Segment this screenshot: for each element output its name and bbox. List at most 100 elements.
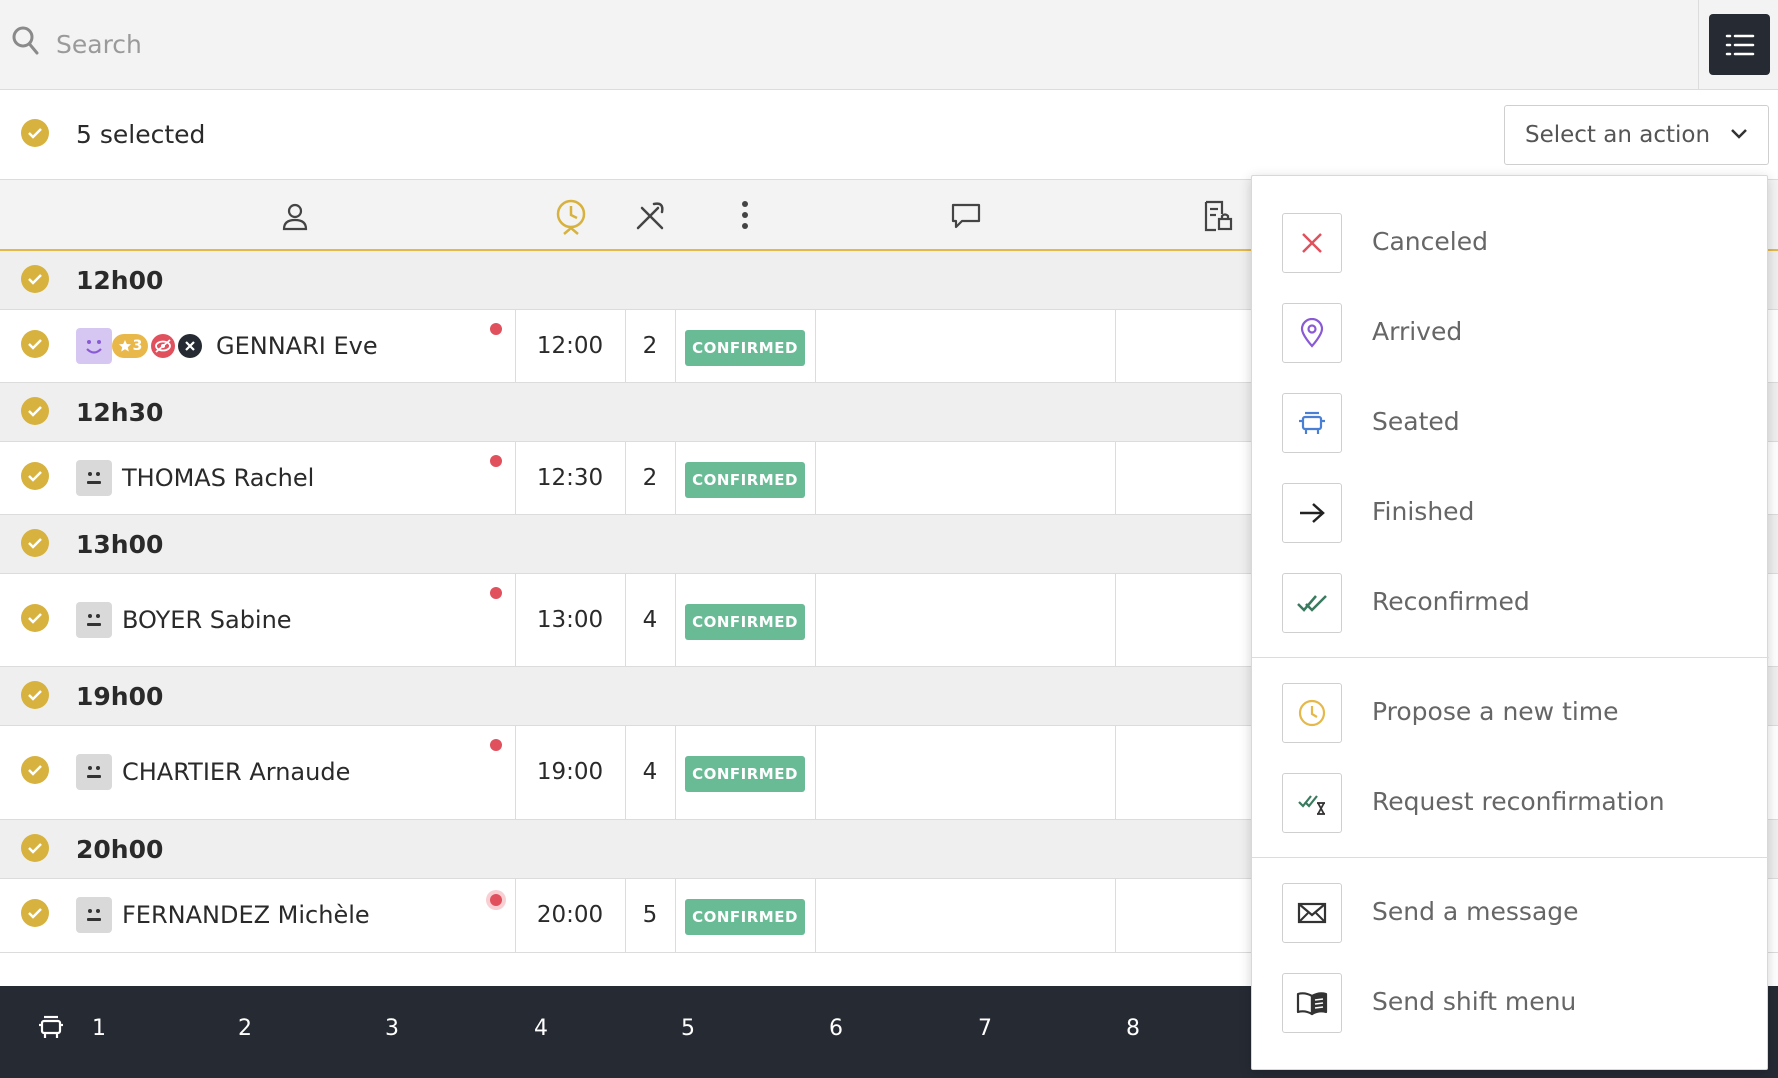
blocked-icon <box>178 334 202 358</box>
action-label: Seated <box>1372 407 1460 436</box>
party-size: 2 <box>642 465 658 491</box>
person-icon[interactable] <box>280 202 310 232</box>
action-reconfirmed[interactable]: Reconfirmed <box>1252 558 1769 648</box>
group-checkbox[interactable] <box>21 529 49 557</box>
action-request-reconfirmation[interactable]: Request reconfirmation <box>1252 758 1769 848</box>
action-select-label: Select an action <box>1525 122 1711 148</box>
row-checkbox[interactable] <box>21 462 49 490</box>
cell-divider <box>675 310 676 382</box>
top-bar <box>0 0 1778 90</box>
check-icon <box>28 690 42 701</box>
action-dropdown-menu: Canceled Arrived Seated Finished Reconfi… <box>1251 175 1769 1070</box>
page-number[interactable]: 8 <box>1126 1016 1140 1041</box>
selection-count: 5 selected <box>76 120 206 149</box>
check-hourglass-icon <box>1282 773 1342 833</box>
action-canceled[interactable]: Canceled <box>1252 198 1769 288</box>
page-number[interactable]: 4 <box>534 1016 548 1041</box>
neutral-face-icon <box>76 460 112 496</box>
page-number[interactable]: 3 <box>385 1016 399 1041</box>
status-badge[interactable]: CONFIRMED <box>685 756 805 792</box>
row-checkbox[interactable] <box>21 899 49 927</box>
group-label: 20h00 <box>76 835 164 864</box>
booking-time: 20:00 <box>536 902 604 928</box>
cell-divider <box>1115 442 1116 514</box>
action-label: Send a message <box>1372 897 1579 926</box>
action-send-shift-menu[interactable]: Send shift menu <box>1252 958 1769 1048</box>
booking-time: 12:30 <box>536 465 604 491</box>
action-label: Send shift menu <box>1372 987 1577 1016</box>
page-number[interactable]: 5 <box>681 1016 695 1041</box>
action-select[interactable]: Select an action <box>1504 105 1769 165</box>
check-icon <box>28 471 42 482</box>
action-label: Canceled <box>1372 227 1488 256</box>
guest-name: CHARTIER Arnaude <box>122 758 351 786</box>
select-all-checkbox[interactable] <box>21 119 49 147</box>
action-propose-new-time[interactable]: Propose a new time <box>1252 668 1769 758</box>
search-input[interactable] <box>56 22 1056 66</box>
guest-name: BOYER Sabine <box>122 606 292 634</box>
party-size: 4 <box>642 607 658 633</box>
cell-divider <box>815 442 816 514</box>
alert-dot <box>490 323 502 335</box>
star-icon <box>118 340 131 352</box>
cell-divider <box>1115 879 1116 952</box>
status-badge[interactable]: CONFIRMED <box>685 604 805 640</box>
notes-lock-icon[interactable] <box>1202 200 1234 232</box>
envelope-icon <box>1282 883 1342 943</box>
eye-off-icon <box>151 334 175 358</box>
party-size: 4 <box>642 759 658 785</box>
cell-divider <box>815 726 816 819</box>
group-checkbox[interactable] <box>21 834 49 862</box>
action-send-message[interactable]: Send a message <box>1252 868 1769 958</box>
action-seated[interactable]: Seated <box>1252 378 1769 468</box>
group-checkbox[interactable] <box>21 265 49 293</box>
list-view-button[interactable] <box>1709 14 1770 75</box>
status-badge[interactable]: CONFIRMED <box>685 330 805 366</box>
booking-time: 19:00 <box>536 759 604 785</box>
status-badge[interactable]: CONFIRMED <box>685 462 805 498</box>
booking-time: 12:00 <box>536 333 604 359</box>
group-checkbox[interactable] <box>21 681 49 709</box>
menu-divider <box>1252 657 1769 658</box>
cell-divider <box>815 574 816 666</box>
booking-time: 13:00 <box>536 607 604 633</box>
list-icon <box>1725 34 1754 55</box>
cell-divider <box>675 879 676 952</box>
action-label: Finished <box>1372 497 1475 526</box>
action-arrived[interactable]: Arrived <box>1252 288 1769 378</box>
comment-icon[interactable] <box>950 202 982 230</box>
check-icon <box>28 538 42 549</box>
status-badge[interactable]: CONFIRMED <box>685 899 805 935</box>
check-icon <box>28 128 42 139</box>
more-vertical-icon[interactable] <box>740 200 750 230</box>
seat-icon <box>39 1015 63 1038</box>
action-label: Propose a new time <box>1372 697 1619 726</box>
check-icon <box>28 406 42 417</box>
cell-divider <box>675 574 676 666</box>
page-number[interactable]: 6 <box>829 1016 843 1041</box>
vip-badge: 3 <box>112 334 148 358</box>
row-checkbox[interactable] <box>21 330 49 358</box>
alert-dot <box>490 587 502 599</box>
row-checkbox[interactable] <box>21 756 49 784</box>
row-checkbox[interactable] <box>21 604 49 632</box>
group-label: 13h00 <box>76 530 164 559</box>
action-finished[interactable]: Finished <box>1252 468 1769 558</box>
neutral-face-icon <box>76 602 112 638</box>
group-checkbox[interactable] <box>21 397 49 425</box>
seat-icon <box>1282 393 1342 453</box>
book-icon <box>1282 973 1342 1033</box>
clock-icon[interactable] <box>554 198 588 238</box>
location-pin-icon <box>1282 303 1342 363</box>
page-number[interactable]: 7 <box>978 1016 992 1041</box>
page-number[interactable]: 1 <box>92 1016 106 1041</box>
happy-face-icon <box>76 328 112 364</box>
cell-divider <box>675 726 676 819</box>
search-icon <box>12 26 39 55</box>
clock-icon <box>1282 683 1342 743</box>
cutlery-icon[interactable] <box>634 200 666 232</box>
action-label: Reconfirmed <box>1372 587 1530 616</box>
vip-count: 3 <box>132 338 143 354</box>
check-icon <box>28 274 42 285</box>
page-number[interactable]: 2 <box>238 1016 252 1041</box>
